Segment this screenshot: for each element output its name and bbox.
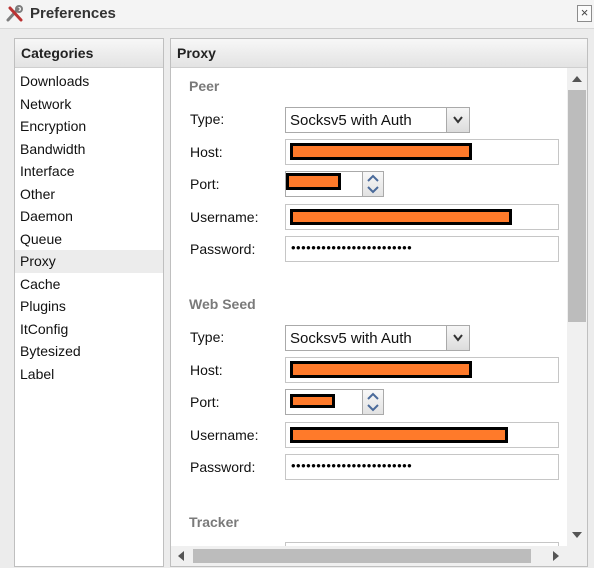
vertical-scrollbar[interactable] <box>567 68 587 546</box>
scroll-right-icon[interactable] <box>553 551 559 561</box>
peer-password-label: Password: <box>190 241 256 257</box>
category-queue[interactable]: Queue <box>15 228 163 251</box>
close-icon: × <box>580 5 589 20</box>
scroll-up-icon[interactable] <box>572 76 582 82</box>
peer-username-label: Username: <box>190 209 259 225</box>
spinner-arrows-icon[interactable] <box>362 172 383 196</box>
peer-type-select[interactable]: Socksv5 with Auth <box>285 107 470 133</box>
category-proxy[interactable]: Proxy <box>15 250 163 273</box>
tracker-section-title: Tracker <box>189 514 239 530</box>
chevron-down-icon[interactable] <box>446 108 469 132</box>
proxy-panel: Proxy Peer Type: Socksv5 with Auth Host:… <box>170 38 588 567</box>
category-bandwidth[interactable]: Bandwidth <box>15 138 163 161</box>
category-downloads[interactable]: Downloads <box>15 70 163 93</box>
proxy-content: Peer Type: Socksv5 with Auth Host: Port:… <box>171 68 567 546</box>
scrollbar-corner <box>567 546 587 566</box>
peer-host-label: Host: <box>190 144 223 160</box>
horizontal-scrollbar[interactable] <box>171 546 567 566</box>
tools-icon <box>5 5 25 23</box>
category-itconfig[interactable]: ItConfig <box>15 318 163 341</box>
scroll-down-icon[interactable] <box>572 532 582 538</box>
vertical-scroll-thumb[interactable] <box>568 90 586 322</box>
close-button[interactable]: × <box>577 5 592 22</box>
redaction-box <box>286 173 341 190</box>
peer-host-field[interactable] <box>285 139 559 165</box>
webseed-host-label: Host: <box>190 362 223 378</box>
spinner-arrows-icon[interactable] <box>362 390 383 414</box>
chevron-down-icon[interactable] <box>446 326 469 350</box>
category-encryption[interactable]: Encryption <box>15 115 163 138</box>
webseed-type-label: Type: <box>190 329 225 345</box>
categories-panel: Categories Downloads Network Encryption … <box>14 38 164 567</box>
webseed-port-label: Port: <box>190 394 220 410</box>
webseed-username-field[interactable] <box>285 422 559 448</box>
redaction-box <box>290 361 472 378</box>
webseed-password-mask: •••••••••••••••••••••••• <box>291 458 413 473</box>
peer-port-label: Port: <box>190 176 220 192</box>
category-cache[interactable]: Cache <box>15 273 163 296</box>
webseed-section-title: Web Seed <box>189 296 256 312</box>
webseed-username-label: Username: <box>190 427 259 443</box>
peer-type-value: Socksv5 with Auth <box>290 112 412 129</box>
title-bar: Preferences × <box>0 0 594 29</box>
horizontal-scroll-thumb[interactable] <box>193 549 531 563</box>
redaction-box <box>290 209 512 225</box>
window-title: Preferences <box>30 5 116 22</box>
webseed-password-label: Password: <box>190 459 256 475</box>
categories-list: Downloads Network Encryption Bandwidth I… <box>15 68 163 385</box>
peer-type-label: Type: <box>190 111 225 127</box>
scroll-left-icon[interactable] <box>178 551 184 561</box>
category-other[interactable]: Other <box>15 183 163 206</box>
redaction-box <box>290 394 335 408</box>
category-plugins[interactable]: Plugins <box>15 295 163 318</box>
category-network[interactable]: Network <box>15 93 163 116</box>
peer-password-field[interactable]: •••••••••••••••••••••••• <box>285 236 559 262</box>
proxy-header: Proxy <box>171 39 587 68</box>
peer-password-mask: •••••••••••••••••••••••• <box>291 240 413 255</box>
category-label[interactable]: Label <box>15 363 163 386</box>
category-daemon[interactable]: Daemon <box>15 205 163 228</box>
webseed-type-select[interactable]: Socksv5 with Auth <box>285 325 470 351</box>
webseed-password-field[interactable]: •••••••••••••••••••••••• <box>285 454 559 480</box>
webseed-port-spinner[interactable] <box>285 389 384 415</box>
peer-username-field[interactable] <box>285 204 559 230</box>
categories-header: Categories <box>15 39 163 68</box>
peer-port-spinner[interactable] <box>285 171 384 197</box>
peer-section-title: Peer <box>189 78 220 94</box>
redaction-box <box>290 427 508 443</box>
webseed-type-value: Socksv5 with Auth <box>290 330 412 347</box>
category-interface[interactable]: Interface <box>15 160 163 183</box>
redaction-box <box>290 143 472 160</box>
webseed-host-field[interactable] <box>285 357 559 383</box>
category-bytesized[interactable]: Bytesized <box>15 340 163 363</box>
